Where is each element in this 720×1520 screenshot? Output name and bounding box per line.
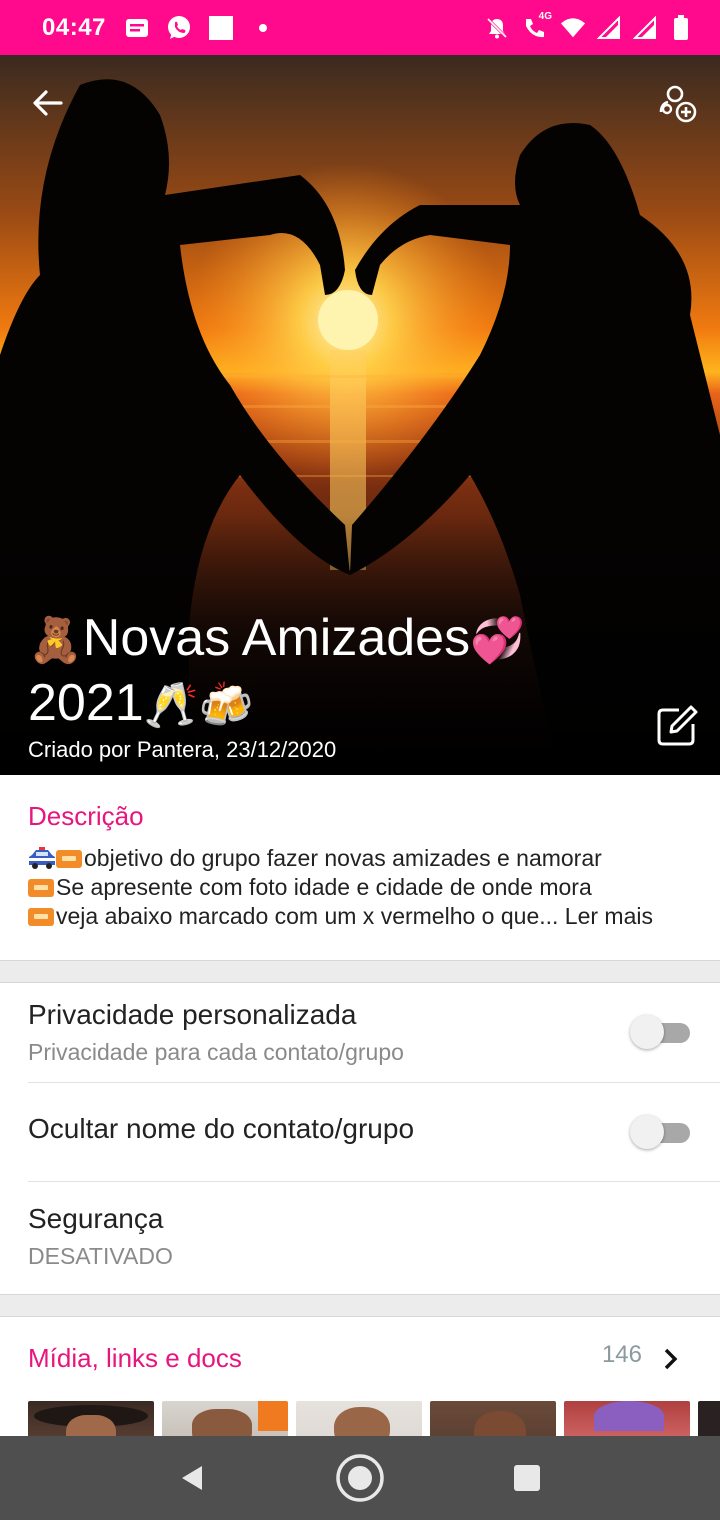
- nav-back-button[interactable]: [163, 1448, 223, 1508]
- description-card[interactable]: Descrição objetivo do grupo fazer novas …: [0, 775, 720, 961]
- media-thumbnail[interactable]: [698, 1401, 720, 1438]
- description-line: veja abaixo marcado com um x vermelho o …: [28, 902, 692, 931]
- mute-icon: [484, 15, 510, 41]
- privacy-subtitle: Privacidade para cada contato/grupo: [28, 1039, 404, 1065]
- group-header-photo[interactable]: 🧸Novas Amizades💞 2021🥂🍻 Criado por Pante…: [0, 55, 720, 775]
- media-thumbnail[interactable]: [28, 1401, 154, 1438]
- chevron-right-icon[interactable]: [656, 1345, 684, 1373]
- group-title: 🧸Novas Amizades💞 2021🥂🍻: [28, 607, 588, 737]
- palette-add-icon: [659, 85, 697, 123]
- customize-button[interactable]: [654, 81, 700, 127]
- back-triangle-icon: [182, 1466, 203, 1490]
- dot-icon: [250, 15, 276, 41]
- network-label: 4G: [538, 10, 552, 22]
- ticket-icon: [28, 879, 54, 897]
- description-title: Descrição: [28, 801, 144, 831]
- group-title-line2: 2021: [28, 674, 144, 732]
- shirt-shape: [258, 1401, 288, 1431]
- description-line-3: veja abaixo marcado com um x vermelho o …: [56, 903, 559, 929]
- security-setting-row[interactable]: Segurança DESATIVADO: [0, 1203, 720, 1283]
- privacy-title: Privacidade personalizada: [28, 999, 357, 1030]
- media-count: 146: [601, 1341, 642, 1368]
- ticket-icon: [56, 850, 82, 868]
- group-title-line1: Novas Amizades: [82, 609, 471, 667]
- edit-icon: [657, 705, 698, 746]
- toggle-thumb: [630, 1115, 664, 1149]
- media-card[interactable]: Mídia, links e docs 146: [0, 1316, 720, 1438]
- status-right-icons: 4G: [484, 11, 694, 41]
- beer-emoji: 🍻: [198, 681, 254, 730]
- square-icon: [208, 15, 234, 41]
- media-title: Mídia, links e docs: [28, 1343, 242, 1373]
- hide-name-setting-row[interactable]: Ocultar nome do contato/grupo: [0, 1113, 720, 1173]
- recents-square-icon: [513, 1465, 540, 1491]
- signal-icon: [596, 15, 622, 41]
- created-by-label: Criado por Pantera, 23/12/2020: [28, 737, 337, 762]
- status-time: 04:47: [42, 13, 106, 41]
- security-status: DESATIVADO: [28, 1243, 173, 1269]
- security-title: Segurança: [28, 1203, 164, 1234]
- hat-shape: [594, 1401, 664, 1431]
- battery-icon: [668, 14, 694, 41]
- description-line-1: objetivo do grupo fazer novas amizades e…: [84, 845, 602, 871]
- settings-card: Privacidade personalizada Privacidade pa…: [0, 982, 720, 1295]
- ticket-icon: [28, 908, 54, 926]
- read-more-link[interactable]: Ler mais: [565, 903, 653, 929]
- media-thumbnail[interactable]: [430, 1401, 556, 1438]
- face-shape: [192, 1409, 252, 1438]
- message-icon: [124, 15, 150, 41]
- media-thumbnails: [28, 1401, 720, 1438]
- divider: [28, 1181, 720, 1182]
- whatsapp-icon: [166, 15, 192, 41]
- media-thumbnail[interactable]: [564, 1401, 690, 1438]
- nav-recents-button[interactable]: [497, 1448, 557, 1508]
- police-car-icon: [29, 847, 55, 869]
- face-shape: [334, 1407, 390, 1438]
- nav-home-button[interactable]: [330, 1448, 390, 1508]
- home-circle-icon: [336, 1454, 384, 1502]
- signal-icon: [632, 15, 658, 41]
- divider: [28, 1082, 720, 1083]
- wifi-icon: [560, 15, 586, 41]
- teddy-emoji: 🧸: [28, 616, 83, 665]
- system-nav-bar: [0, 1436, 720, 1520]
- status-left-icons: [124, 15, 276, 41]
- hearts-emoji: 💞: [470, 616, 525, 665]
- hide-name-title: Ocultar nome do contato/grupo: [28, 1113, 415, 1144]
- toggle-thumb: [630, 1015, 664, 1049]
- call-4g-icon: 4G: [520, 11, 552, 41]
- champagne-emoji: 🥂: [143, 681, 199, 730]
- description-line-2: Se apresente com foto idade e cidade de …: [56, 874, 592, 900]
- description-line: Se apresente com foto idade e cidade de …: [28, 873, 692, 902]
- face-shape: [66, 1415, 116, 1438]
- hide-name-toggle[interactable]: [630, 1115, 692, 1149]
- media-thumbnail[interactable]: [162, 1401, 288, 1438]
- description-text: objetivo do grupo fazer novas amizades e…: [28, 844, 692, 931]
- privacy-setting-row[interactable]: Privacidade personalizada Privacidade pa…: [0, 999, 720, 1083]
- back-button[interactable]: [26, 81, 70, 125]
- media-thumbnail[interactable]: [296, 1401, 422, 1438]
- privacy-toggle[interactable]: [630, 1015, 692, 1049]
- arrow-back-icon: [33, 90, 63, 116]
- face-shape: [474, 1411, 526, 1438]
- edit-group-button[interactable]: [654, 703, 700, 749]
- status-bar: 04:47 4G: [0, 0, 720, 55]
- description-line: objetivo do grupo fazer novas amizades e…: [28, 844, 692, 873]
